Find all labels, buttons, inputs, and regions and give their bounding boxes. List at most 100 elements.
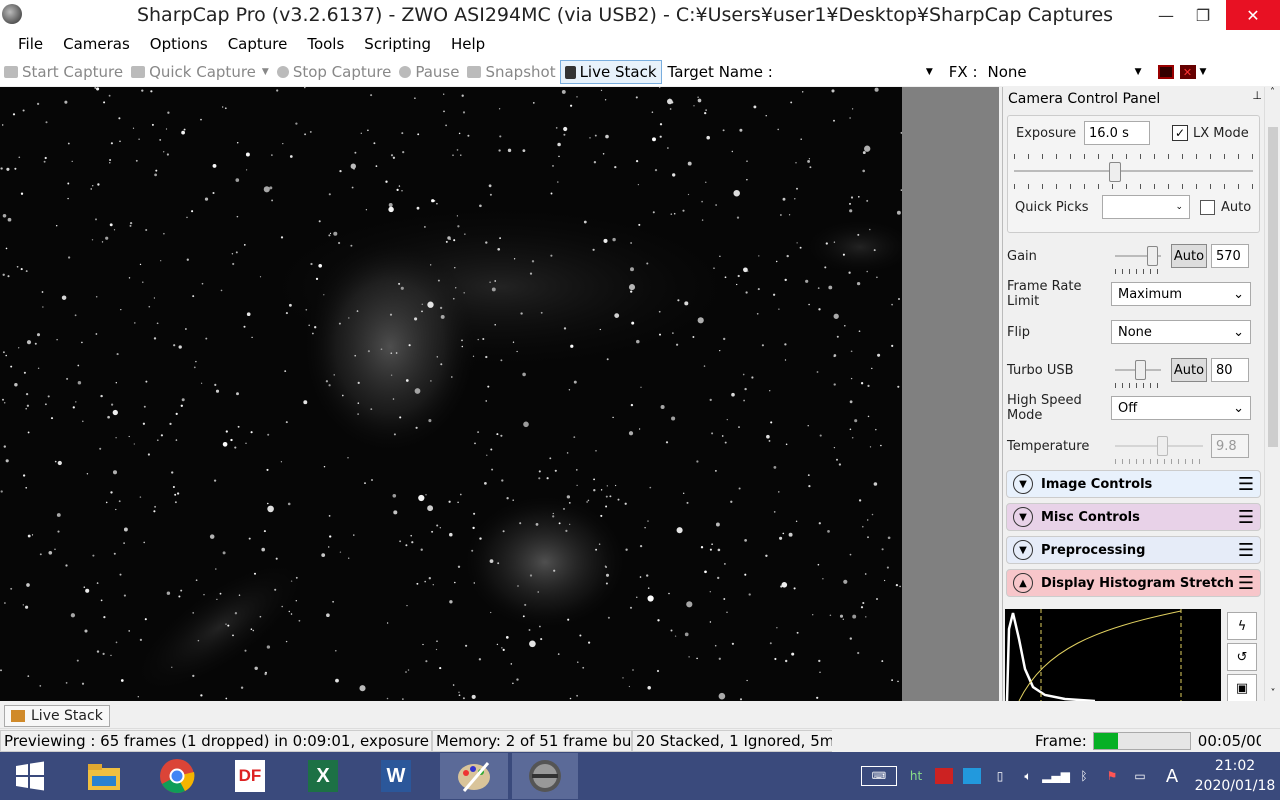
scrollbar-thumb[interactable]: [1268, 127, 1278, 447]
lx-mode-checkbox[interactable]: ✓: [1172, 125, 1188, 141]
star: [42, 306, 44, 308]
display-histogram-stretch-section[interactable]: ▲ Display Histogram Stretch ☰: [1006, 569, 1261, 597]
chevron-down-icon[interactable]: ▼: [1013, 474, 1033, 494]
word-icon[interactable]: W: [367, 753, 425, 799]
menu-scripting[interactable]: Scripting: [354, 35, 441, 53]
star: [57, 530, 60, 533]
ht-icon[interactable]: ht: [907, 768, 925, 784]
df-icon[interactable]: DF: [221, 753, 279, 799]
preprocessing-section[interactable]: ▼ Preprocessing ☰: [1006, 536, 1261, 564]
histogram-display[interactable]: [1005, 609, 1221, 701]
star: [652, 211, 655, 214]
exposure-input[interactable]: 16.0 s: [1084, 121, 1150, 145]
star: [873, 249, 876, 252]
clock-date: 2020/01/18: [1194, 778, 1276, 794]
target-name-combo[interactable]: ▼: [779, 61, 937, 83]
pin-icon[interactable]: ⊥: [1252, 89, 1262, 102]
star: [566, 452, 569, 454]
menu-help[interactable]: Help: [441, 35, 495, 53]
snapshot-button[interactable]: Snapshot: [463, 60, 559, 84]
turbo-slider-knob[interactable]: [1135, 360, 1146, 380]
auto-checkbox[interactable]: [1200, 199, 1215, 215]
gain-input[interactable]: 570: [1211, 244, 1249, 268]
star: [461, 345, 464, 348]
bluetooth-icon[interactable]: ᛒ: [1075, 768, 1093, 784]
pdf-icon[interactable]: [935, 768, 953, 784]
lightning-icon[interactable]: ϟ: [1227, 612, 1257, 640]
scroll-down-icon[interactable]: ˅: [1265, 688, 1280, 699]
turbo-auto-button[interactable]: Auto: [1171, 358, 1207, 382]
live-stack-button[interactable]: Live Stack: [559, 60, 662, 84]
flag-icon[interactable]: ⚑: [1103, 768, 1121, 784]
menu-options[interactable]: Options: [140, 35, 218, 53]
menu-icon[interactable]: ☰: [1238, 540, 1254, 561]
chevron-down-icon[interactable]: ▼: [926, 67, 933, 77]
menu-icon[interactable]: ☰: [1238, 507, 1254, 528]
keyboard-icon[interactable]: ⌨: [861, 766, 897, 786]
red-frame-icon[interactable]: [1157, 65, 1174, 79]
maximize-button[interactable]: ❐: [1180, 0, 1226, 30]
file-explorer-icon[interactable]: [75, 753, 133, 799]
menu-capture[interactable]: Capture: [218, 35, 298, 53]
start-capture-button[interactable]: Start Capture: [0, 60, 127, 84]
chevron-down-icon[interactable]: ▼: [262, 67, 269, 77]
chrome-icon[interactable]: [148, 753, 206, 799]
pause-button[interactable]: Pause: [395, 60, 463, 84]
star: [833, 446, 836, 449]
star: [554, 469, 557, 472]
scroll-up-icon[interactable]: ˄: [1265, 87, 1280, 98]
save-icon[interactable]: ▣: [1227, 674, 1257, 701]
frame-rate-dropdown[interactable]: Maximum ⌄: [1111, 282, 1251, 306]
star: [174, 501, 177, 504]
signal-icon[interactable]: ▂▄▆: [1042, 768, 1070, 784]
ime-indicator[interactable]: A: [1159, 766, 1185, 787]
star: [676, 527, 683, 534]
turbo-usb-input[interactable]: 80: [1211, 358, 1249, 382]
chevron-down-icon[interactable]: ▼: [1200, 67, 1207, 77]
chevron-down-icon[interactable]: ▼: [1013, 507, 1033, 527]
start-icon[interactable]: [0, 753, 60, 799]
quick-capture-button[interactable]: Quick Capture ▼: [127, 60, 273, 84]
menu-tools[interactable]: Tools: [297, 35, 354, 53]
chevron-down-icon[interactable]: ▼: [1013, 540, 1033, 560]
red-cross-icon[interactable]: ✕: [1179, 65, 1196, 79]
chevron-down-icon[interactable]: ▼: [1135, 67, 1142, 77]
misc-controls-section[interactable]: ▼ Misc Controls ☰: [1006, 503, 1261, 531]
device-icon[interactable]: ▯: [991, 768, 1009, 784]
exposure-slider-knob[interactable]: [1109, 162, 1121, 182]
gain-slider-knob[interactable]: [1147, 246, 1158, 266]
quick-picks-dropdown[interactable]: ⌄: [1102, 195, 1190, 219]
menu-icon[interactable]: ☰: [1238, 474, 1254, 495]
reset-icon[interactable]: ↺: [1227, 643, 1257, 671]
menu-icon[interactable]: ☰: [1238, 573, 1254, 594]
high-speed-dropdown[interactable]: Off ⌄: [1111, 396, 1251, 420]
star: [599, 328, 601, 331]
turbo-usb-slider[interactable]: [1115, 358, 1161, 388]
system-tray: ⌨ ht ▯ 🔈︎ ▂▄▆ ᛒ ⚑ ▭ A 21:02 2020/01/18: [856, 752, 1280, 800]
star: [552, 515, 555, 518]
sharpcap-icon[interactable]: [512, 753, 578, 799]
star: [27, 675, 30, 677]
menu-file[interactable]: File: [8, 35, 53, 53]
camera-preview-image[interactable]: [0, 87, 902, 701]
excel-icon[interactable]: X: [294, 753, 352, 799]
live-stack-label: Live Stack: [579, 63, 657, 81]
panel-scrollbar[interactable]: ˄ ˅: [1264, 87, 1280, 701]
flip-dropdown[interactable]: None ⌄: [1111, 320, 1251, 344]
paint-icon[interactable]: [440, 753, 508, 799]
menu-cameras[interactable]: Cameras: [53, 35, 140, 53]
fx-combo[interactable]: None ▼: [984, 61, 1146, 83]
image-controls-section[interactable]: ▼ Image Controls ☰: [1006, 470, 1261, 498]
live-stack-tab[interactable]: Live Stack: [4, 705, 110, 727]
stop-capture-button[interactable]: Stop Capture: [273, 60, 396, 84]
clock[interactable]: 21:02 2020/01/18: [1190, 756, 1280, 796]
gain-slider[interactable]: [1115, 244, 1161, 274]
gain-auto-button[interactable]: Auto: [1171, 244, 1207, 268]
close-button[interactable]: ✕: [1226, 0, 1280, 30]
volume-icon[interactable]: 🔈︎: [1019, 768, 1037, 784]
star: [14, 382, 18, 387]
network-app-icon[interactable]: [963, 768, 981, 784]
monitor-icon[interactable]: ▭: [1131, 768, 1149, 784]
chevron-up-icon[interactable]: ▲: [1013, 573, 1033, 593]
star: [123, 527, 128, 532]
